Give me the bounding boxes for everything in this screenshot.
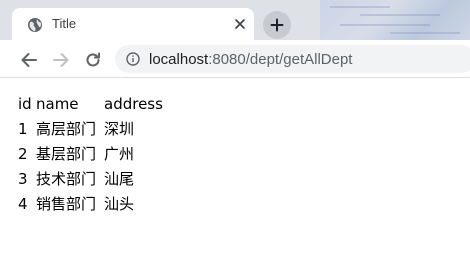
url-text[interactable]: localhost:8080/dept/getAllDept <box>149 51 352 68</box>
titlebar-background <box>320 0 470 40</box>
browser-tab[interactable]: Title <box>12 8 254 40</box>
tab-strip: Title <box>0 0 470 40</box>
globe-icon <box>28 18 42 32</box>
cell-name: 基层部门 <box>36 145 97 163</box>
cell-id: 2 <box>18 144 28 163</box>
arrow-right-icon[interactable] <box>52 51 70 69</box>
cell-id: 3 <box>18 169 28 188</box>
header-id: id <box>18 94 32 113</box>
cell-name: 技术部门 <box>36 170 97 188</box>
table-row: 2 基层部门 广州 <box>16 141 165 166</box>
page-content: id name address 1 高层部门 深圳 2 基层部门 广州 3 技术… <box>0 79 470 274</box>
cell-id: 4 <box>18 194 28 213</box>
reload-icon[interactable] <box>84 51 102 69</box>
cell-name: 高层部门 <box>36 120 97 138</box>
table-row: 1 高层部门 深圳 <box>16 116 165 141</box>
cell-address: 深圳 <box>104 120 135 138</box>
arrow-left-icon[interactable] <box>20 51 38 69</box>
cell-address: 广州 <box>104 145 135 163</box>
url-host: localhost <box>149 51 209 68</box>
table-row: 4 销售部门 汕头 <box>16 191 165 216</box>
cell-name: 销售部门 <box>36 195 97 213</box>
cell-address: 汕尾 <box>104 170 135 188</box>
cell-address: 汕头 <box>104 195 135 213</box>
table-header-row: id name address <box>16 91 165 116</box>
tab-title: Title <box>52 16 77 31</box>
address-bar[interactable]: localhost:8080/dept/getAllDept <box>115 45 470 73</box>
browser-toolbar: localhost:8080/dept/getAllDept <box>0 40 470 78</box>
info-icon[interactable] <box>126 52 140 66</box>
url-path: :8080/dept/getAllDept <box>208 51 353 68</box>
cell-id: 1 <box>18 119 28 138</box>
header-name: name <box>36 94 79 113</box>
table-row: 3 技术部门 汕尾 <box>16 166 165 191</box>
new-tab-button[interactable] <box>263 11 291 39</box>
close-icon[interactable] <box>233 17 247 31</box>
plus-icon <box>270 18 284 32</box>
header-address: address <box>104 94 163 113</box>
dept-table: id name address 1 高层部门 深圳 2 基层部门 广州 3 技术… <box>16 91 165 216</box>
